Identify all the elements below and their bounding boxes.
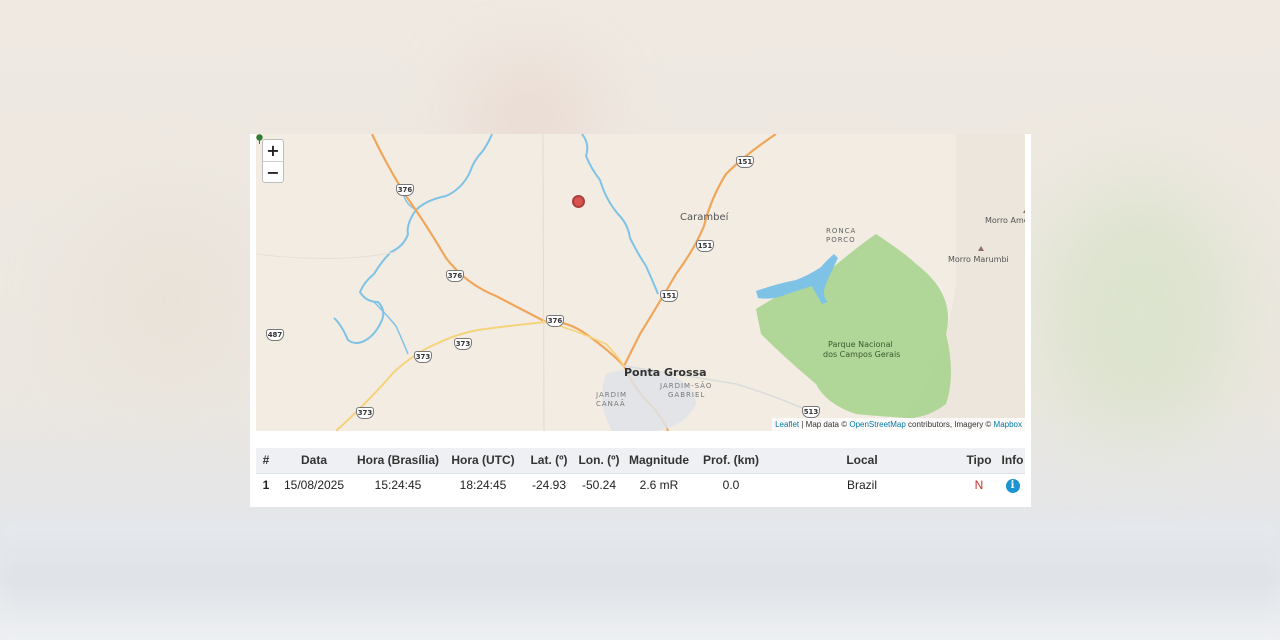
cell-prof: 0.0 — [722, 478, 740, 493]
highway-shield: 151 — [696, 240, 714, 252]
osm-link[interactable]: OpenStreetMap — [849, 420, 905, 429]
place-label: Morro Amel — [985, 216, 1025, 225]
map-attribution: Leaflet | Map data © OpenStreetMap contr… — [772, 418, 1025, 431]
highway-shield: 376 — [546, 315, 564, 327]
cell-num: 1 — [262, 478, 270, 493]
highway-shield: 513 — [802, 406, 820, 418]
col-info: Info — [1000, 448, 1025, 474]
cell-lat: -24.93 — [531, 478, 567, 493]
place-label: CANAÃ — [596, 400, 626, 408]
highway-shield: 376 — [446, 270, 464, 282]
col-magnitude: Magnitude — [622, 448, 696, 474]
highway-shield: 373 — [454, 338, 472, 350]
events-table: # Data Hora (Brasília) Hora (UTC) Lat. (… — [256, 448, 1025, 497]
cell-magnitude: 2.6 mR — [639, 478, 679, 493]
col-prof: Prof. (km) — [696, 448, 766, 474]
leaflet-link[interactable]: Leaflet — [775, 420, 799, 429]
highway-shield: 487 — [266, 329, 284, 341]
col-hora-brasilia: Hora (Brasília) — [352, 448, 444, 474]
earthquake-card: + − 376 376 376 151 151 151 487 373 373 … — [250, 134, 1031, 507]
map-tiles — [256, 134, 1025, 431]
cell-hora-brasilia: 15:24:45 — [374, 478, 422, 493]
table-row[interactable]: 1 15/08/2025 15:24:45 18:24:45 -24.93 -5… — [256, 473, 1025, 497]
col-tipo: Tipo — [958, 448, 1000, 474]
cell-info: i — [1000, 473, 1025, 497]
zoom-out-button[interactable]: − — [263, 161, 283, 182]
highway-shield: 373 — [414, 351, 432, 363]
col-local: Local — [766, 448, 958, 474]
highway-shield: 376 — [396, 184, 414, 196]
col-data: Data — [276, 448, 352, 474]
background-blur — [1040, 180, 1240, 440]
table-header-row: # Data Hora (Brasília) Hora (UTC) Lat. (… — [256, 448, 1025, 474]
cell-local: Brazil — [846, 478, 877, 493]
place-label: Morro Marumbi — [948, 255, 1009, 264]
background-blur — [80, 200, 260, 400]
place-label: Parque Nacional — [828, 340, 893, 349]
place-label: dos Campos Gerais — [823, 350, 901, 359]
zoom-control: + − — [262, 139, 284, 183]
peak-icon — [1023, 208, 1025, 213]
place-label: PORCO — [826, 236, 856, 244]
mapbox-link[interactable]: Mapbox — [994, 420, 1022, 429]
place-label: Carambeí — [680, 212, 729, 223]
highway-shield: 151 — [660, 290, 678, 302]
place-label: RONCA — [826, 227, 857, 235]
earthquake-marker[interactable] — [572, 195, 585, 208]
cell-data: 15/08/2025 — [283, 478, 345, 493]
highway-shield: 151 — [736, 156, 754, 168]
cell-lon: -50.24 — [581, 478, 617, 493]
attribution-text: contributors, Imagery © — [905, 420, 994, 429]
peak-icon — [978, 246, 984, 251]
map-view[interactable]: + − 376 376 376 151 151 151 487 373 373 … — [256, 134, 1025, 431]
cell-hora-utc: 18:24:45 — [459, 478, 507, 493]
city-label: Ponta Grossa — [624, 366, 707, 379]
col-lon: Lon. (º) — [576, 448, 622, 474]
place-label: JARDIM — [596, 391, 628, 399]
place-label: JARDIM-SÃO — [660, 382, 713, 390]
info-icon[interactable]: i — [1005, 478, 1020, 493]
cell-tipo: N — [974, 478, 984, 493]
background-band — [0, 520, 1280, 640]
attribution-text: | Map data © — [799, 420, 850, 429]
place-label: GABRIEL — [668, 391, 706, 399]
col-hora-utc: Hora (UTC) — [444, 448, 522, 474]
highway-shield: 373 — [356, 407, 374, 419]
col-lat: Lat. (º) — [522, 448, 576, 474]
zoom-in-button[interactable]: + — [263, 140, 283, 161]
col-num: # — [256, 448, 276, 474]
